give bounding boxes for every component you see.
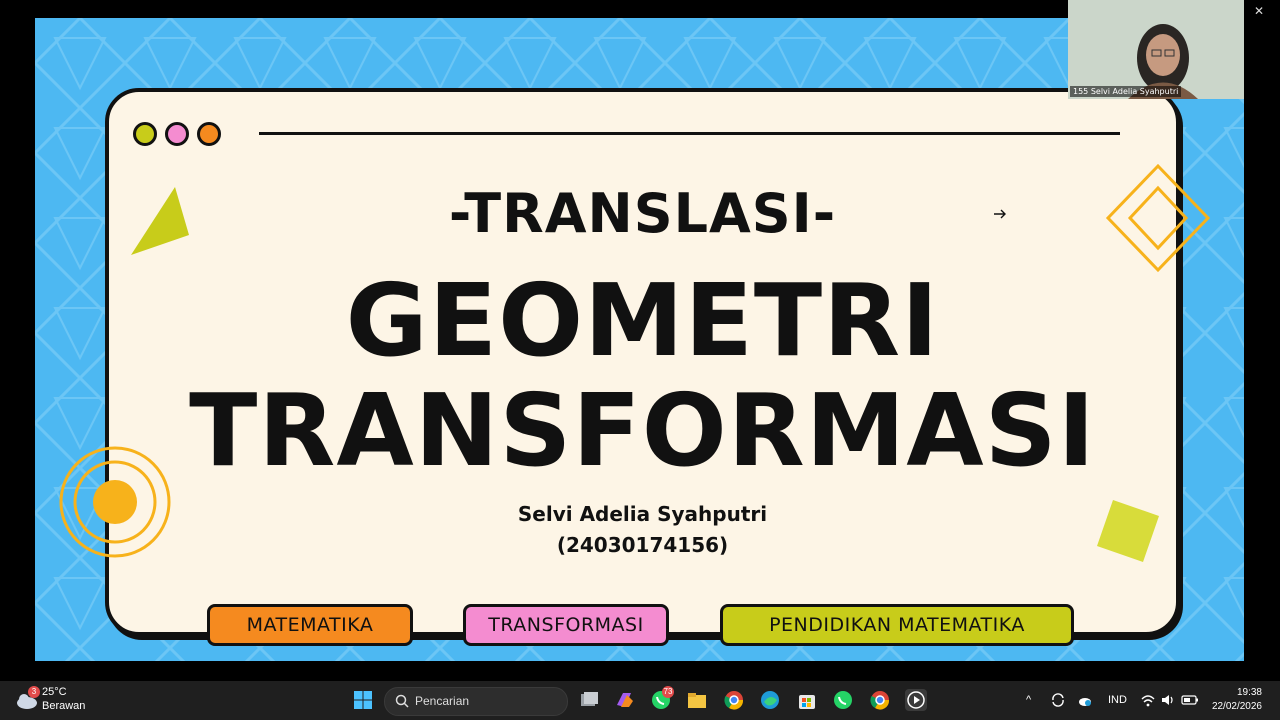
battery-icon[interactable] — [1181, 693, 1203, 715]
tag-transformasi: TRANSFORMASI — [463, 604, 669, 646]
slide-title-line1: GEOMETRI — [345, 262, 940, 379]
store-icon[interactable] — [796, 689, 818, 711]
olive-dot-icon — [133, 122, 157, 146]
chrome-icon[interactable] — [723, 689, 745, 711]
author-id: (24030174156) — [556, 533, 729, 557]
chrome-profile-icon[interactable] — [869, 689, 891, 711]
weather-condition: Berawan — [42, 700, 86, 712]
slide-card: -TRANSLASI- GEOMETRI TRANSFORMASI Selvi … — [105, 88, 1180, 646]
search-icon — [395, 694, 409, 708]
edge-icon[interactable] — [759, 689, 781, 711]
clock-date: 22/02/2026 — [1211, 701, 1262, 712]
concentric-circles-icon — [59, 446, 171, 558]
whatsapp-desktop-icon[interactable] — [832, 689, 854, 711]
copilot-icon[interactable] — [613, 689, 635, 711]
author-name: Selvi Adelia Syahputri — [517, 502, 768, 526]
diamond-decoration-icon — [1105, 163, 1211, 273]
top-divider — [259, 132, 1120, 135]
orange-dot-icon — [197, 122, 221, 146]
wifi-icon[interactable] — [1140, 692, 1162, 714]
participant-video[interactable]: 155 Selvi Adelia Syahputri — [1068, 0, 1244, 99]
sync-icon[interactable] — [1050, 692, 1072, 714]
tag-matematika: MATEMATIKA — [207, 604, 413, 646]
clock-time: 19:38 — [1236, 687, 1262, 698]
media-player-icon[interactable] — [905, 689, 927, 711]
slide-subtitle: -TRANSLASI- — [448, 182, 837, 245]
pink-dot-icon — [165, 122, 189, 146]
presentation-stage: -TRANSLASI- GEOMETRI TRANSFORMASI Selvi … — [35, 18, 1244, 661]
close-button[interactable]: ✕ — [1254, 4, 1264, 18]
start-icon[interactable] — [352, 689, 374, 711]
participant-name: 155 Selvi Adelia Syahputri — [1070, 86, 1182, 97]
triangle-decoration-icon — [131, 187, 189, 255]
language-indicator[interactable]: IND — [1108, 694, 1127, 706]
square-decoration-icon — [1097, 500, 1159, 562]
taskbar-search[interactable]: Pencarian — [384, 687, 568, 716]
search-placeholder: Pencarian — [415, 694, 470, 708]
file-explorer-icon[interactable] — [686, 689, 708, 711]
volume-icon[interactable] — [1160, 692, 1182, 714]
taskbar: 3 25°C Berawan Pencarian 73 ^ IND 19:38 … — [0, 681, 1280, 720]
whatsapp-badge: 73 — [662, 686, 674, 698]
weather-badge: 3 — [28, 686, 40, 698]
participant-avatar — [1068, 0, 1244, 99]
cloud-sync-icon[interactable] — [1077, 692, 1099, 714]
slide-title-line2: TRANSFORMASI — [189, 372, 1096, 489]
tag-pendidikan-matematika: PENDIDIKAN MATEMATIKA — [720, 604, 1074, 646]
weather-temp: 25°C — [42, 686, 67, 698]
cursor-arrow-icon — [994, 209, 1006, 219]
show-hidden-icons-icon[interactable]: ^ — [1026, 694, 1031, 706]
task-view-icon[interactable] — [578, 689, 600, 711]
system-clock[interactable]: 19:38 22/02/2026 — [1212, 686, 1262, 714]
